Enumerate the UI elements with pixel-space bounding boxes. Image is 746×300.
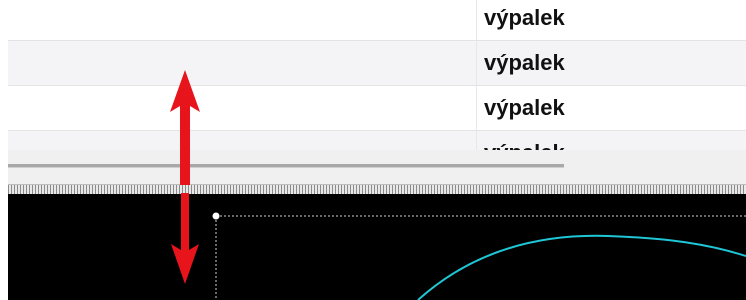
horizontal-scrollbar[interactable] [8, 150, 746, 184]
table-cell-empty [8, 131, 477, 150]
table-cell-empty [8, 41, 477, 85]
table-cell-value: výpalek [484, 95, 565, 120]
drawing-canvas[interactable] [8, 194, 746, 300]
app-window: výpalek výpalek výpalek výpalek [0, 0, 746, 300]
curve-shape[interactable] [417, 234, 746, 300]
table-cell-empty [8, 0, 477, 40]
table-row[interactable]: výpalek [8, 41, 746, 86]
data-grid: výpalek výpalek výpalek výpalek [8, 0, 746, 150]
table-row[interactable]: výpalek [8, 86, 746, 131]
table-cell-value: výpalek [484, 5, 565, 30]
table-cell-empty [8, 86, 477, 130]
table-cell-value: výpalek [484, 131, 565, 150]
table-row[interactable]: výpalek [8, 131, 746, 150]
canvas-graphics [212, 212, 746, 300]
table-row[interactable]: výpalek [8, 0, 746, 41]
horizontal-scrollbar-thumb[interactable] [8, 164, 564, 168]
table-cell-value: výpalek [484, 50, 565, 75]
selection-handle[interactable] [212, 212, 220, 220]
